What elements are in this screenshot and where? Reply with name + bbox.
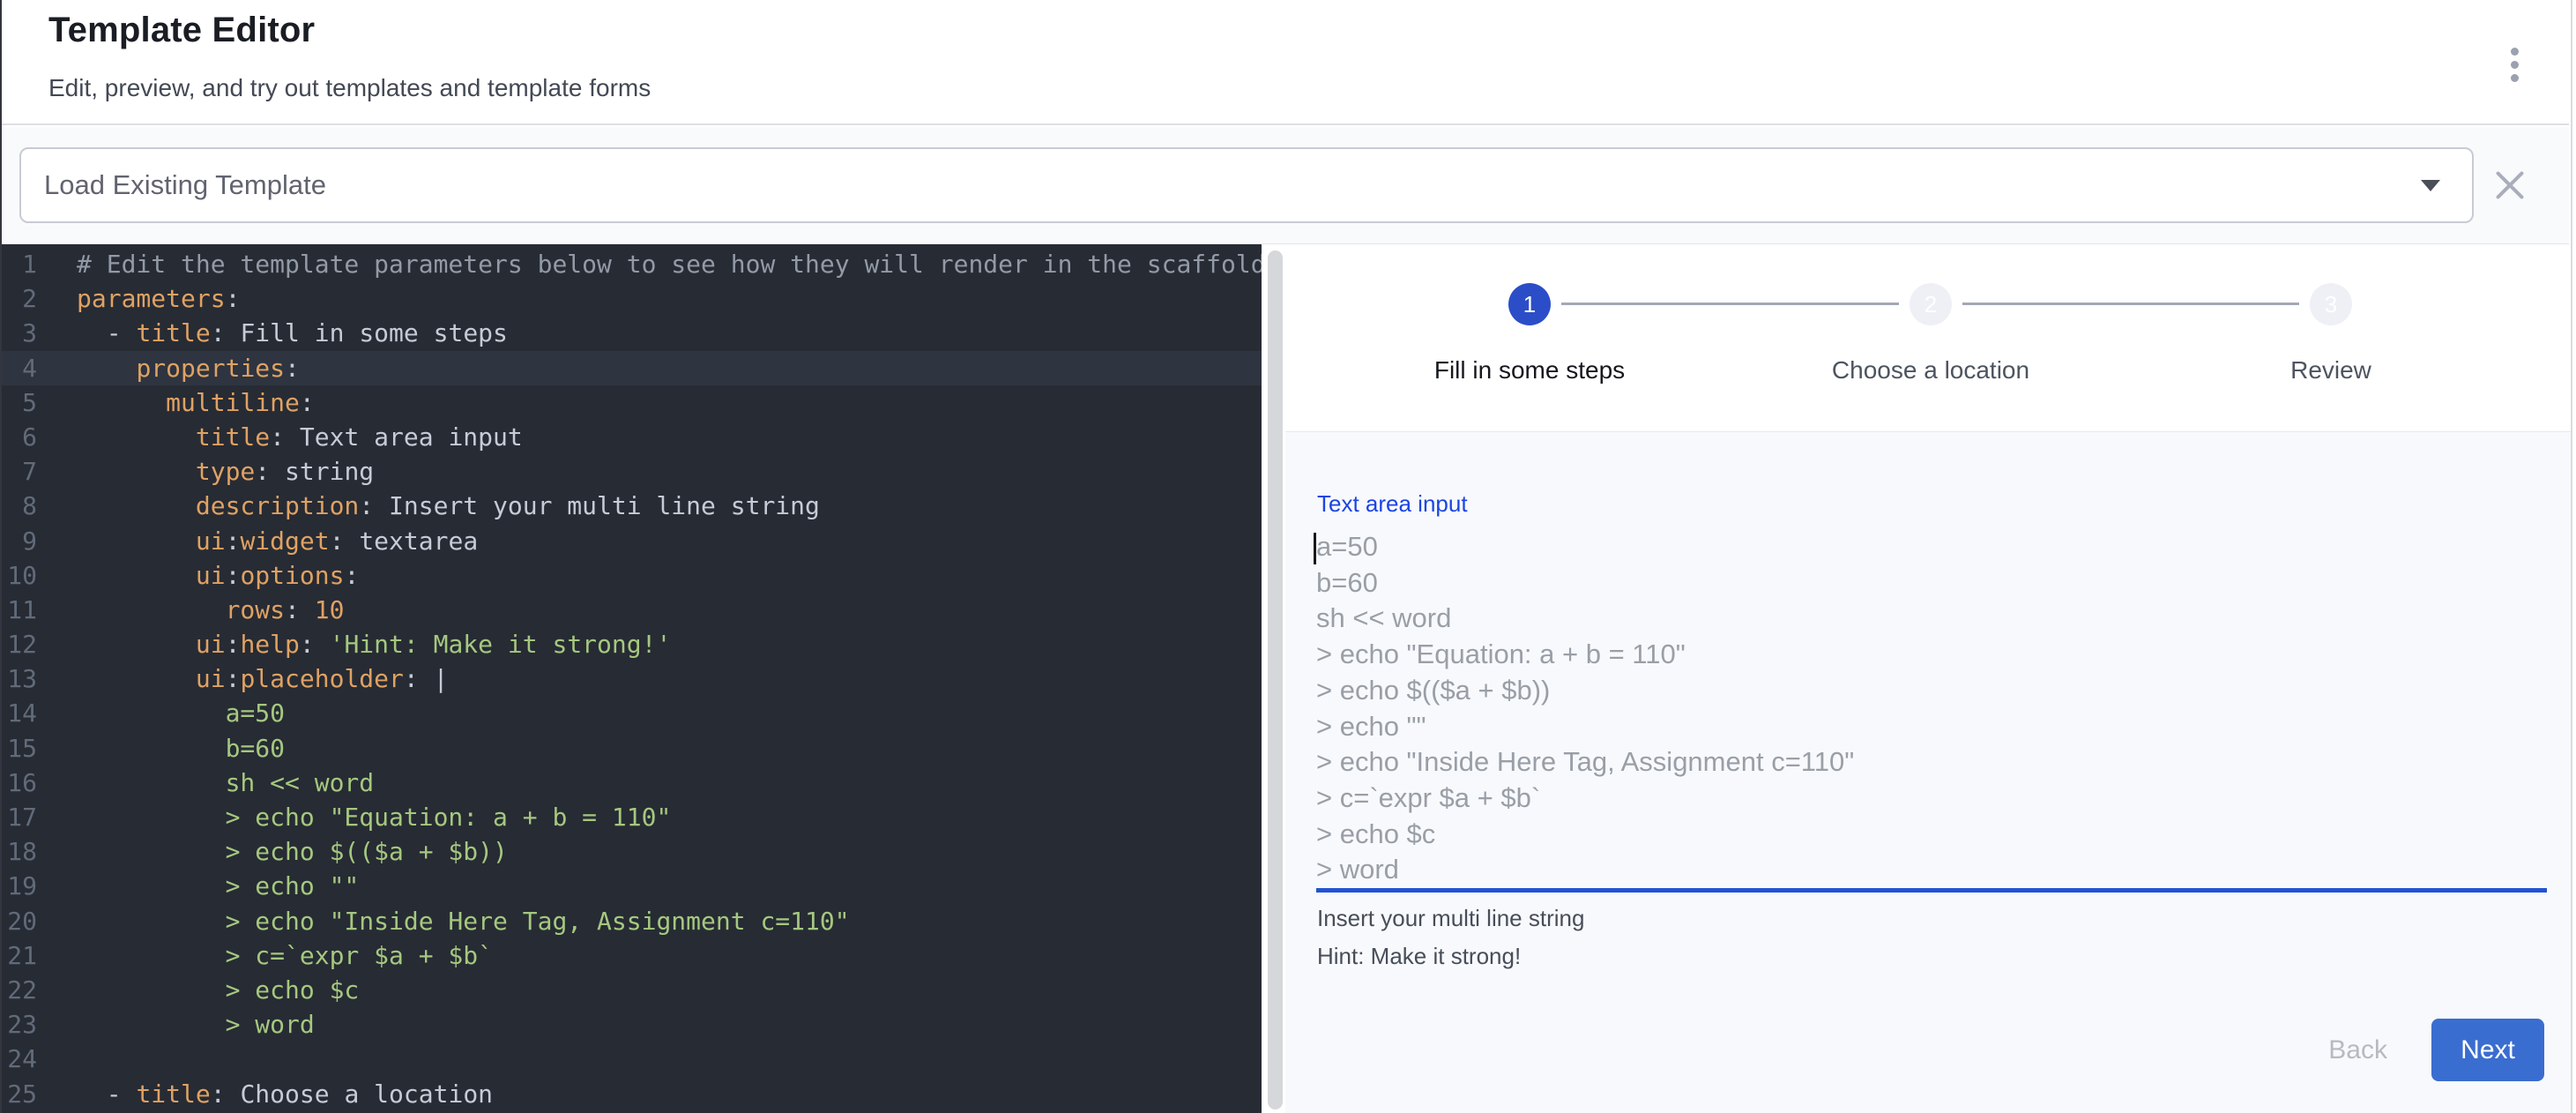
code-line: 24: [2, 1042, 1262, 1076]
step-3-label: Review: [2290, 356, 2371, 385]
code-line: 2parameters:: [2, 281, 1262, 316]
code-line: 19 > echo "": [2, 869, 1262, 903]
textarea-placeholder-line: > echo "Equation: a + b = 110": [1316, 637, 2547, 673]
code-line: 1# Edit the template parameters below to…: [2, 247, 1262, 281]
close-icon[interactable]: [2493, 168, 2528, 203]
step-3-number: 3: [2325, 291, 2337, 318]
page-header: Template Editor Edit, preview, and try o…: [2, 0, 2569, 125]
code-line: 5 multiline:: [2, 385, 1262, 420]
textarea-placeholder-line: > echo "": [1316, 709, 2547, 745]
textarea-placeholder-line: > word: [1316, 852, 2547, 888]
form-card: Text area input a=50b=60sh << word> echo…: [1285, 431, 2571, 1113]
code-line: 14 a=50: [2, 696, 1262, 730]
textarea-placeholder-line: > c=`expr $a + $b`: [1316, 781, 2547, 817]
wizard-buttons: Back Next: [2307, 1019, 2544, 1081]
step-1-number: 1: [1523, 291, 1536, 318]
load-template-bar: [2, 127, 2569, 244]
textarea-placeholder-line: > echo "Inside Here Tag, Assignment c=11…: [1316, 744, 2547, 781]
stepper: 1 2 3 Fill in some steps Choose a locati…: [1285, 244, 2571, 431]
step-2-circle: 2: [1910, 283, 1952, 325]
multiline-textarea[interactable]: a=50b=60sh << word> echo "Equation: a + …: [1316, 529, 2547, 888]
step-3-circle: 3: [2310, 283, 2352, 325]
code-line: 9 ui:widget: textarea: [2, 524, 1262, 558]
stepper-connector: [1561, 303, 1899, 305]
code-line: 16 sh << word: [2, 766, 1262, 800]
textarea-placeholder-line: b=60: [1316, 565, 2547, 601]
code-line: 13 ui:placeholder: |: [2, 661, 1262, 696]
field-help-hint: Hint: Make it strong!: [1317, 943, 1521, 970]
step-1-circle: 1: [1508, 283, 1551, 325]
yaml-code-editor[interactable]: 1# Edit the template parameters below to…: [2, 244, 1262, 1113]
text-cursor: [1314, 533, 1316, 564]
page-subtitle: Edit, preview, and try out templates and…: [48, 74, 651, 102]
step-1-label: Fill in some steps: [1434, 356, 1625, 385]
textarea-placeholder-line: > echo $(($a + $b)): [1316, 673, 2547, 709]
step-2-label: Choose a location: [1832, 356, 2029, 385]
code-line: 6 title: Text area input: [2, 420, 1262, 454]
code-line: 3 - title: Fill in some steps: [2, 316, 1262, 350]
code-line: 25 - title: Choose a location: [2, 1077, 1262, 1111]
editor-scrollbar-thumb[interactable]: [1268, 250, 1283, 1109]
code-line: 10 ui:options:: [2, 558, 1262, 593]
load-template-combobox[interactable]: [19, 147, 2474, 223]
code-line: 18 > echo $(($a + $b)): [2, 834, 1262, 869]
code-line: 11 rows: 10: [2, 593, 1262, 627]
textarea-placeholder-line: a=50: [1316, 529, 2547, 565]
page-title: Template Editor: [48, 11, 315, 50]
code-line: 4 properties:: [2, 351, 1262, 385]
load-template-input[interactable]: [44, 149, 2407, 221]
code-line: 20 > echo "Inside Here Tag, Assignment c…: [2, 904, 1262, 938]
textarea-placeholder-line: sh << word: [1316, 601, 2547, 637]
textarea-focus-underline: [1316, 888, 2547, 893]
code-line: 7 type: string: [2, 454, 1262, 489]
code-line: 15 b=60: [2, 731, 1262, 766]
stepper-connector: [1962, 303, 2299, 305]
kebab-menu-icon[interactable]: [2495, 39, 2534, 90]
code-line: 8 description: Insert your multi line st…: [2, 489, 1262, 523]
preview-panel: 1 2 3 Fill in some steps Choose a locati…: [1285, 244, 2571, 1113]
textarea-field-label: Text area input: [1317, 490, 1468, 518]
code-line: 21 > c=`expr $a + $b`: [2, 938, 1262, 973]
code-line: 12 ui:help: 'Hint: Make it strong!': [2, 627, 1262, 661]
next-button[interactable]: Next: [2431, 1019, 2544, 1081]
code-line: 22 > echo $c: [2, 973, 1262, 1007]
textarea-placeholder-line: > echo $c: [1316, 817, 2547, 853]
caret-down-icon[interactable]: [2421, 180, 2440, 191]
window-right-edge: [2571, 0, 2572, 1113]
step-2-number: 2: [1925, 291, 1937, 318]
field-description: Insert your multi line string: [1317, 905, 1584, 932]
back-button[interactable]: Back: [2307, 1035, 2408, 1065]
code-line: 17 > echo "Equation: a + b = 110": [2, 800, 1262, 834]
code-line: 23 > word: [2, 1007, 1262, 1042]
